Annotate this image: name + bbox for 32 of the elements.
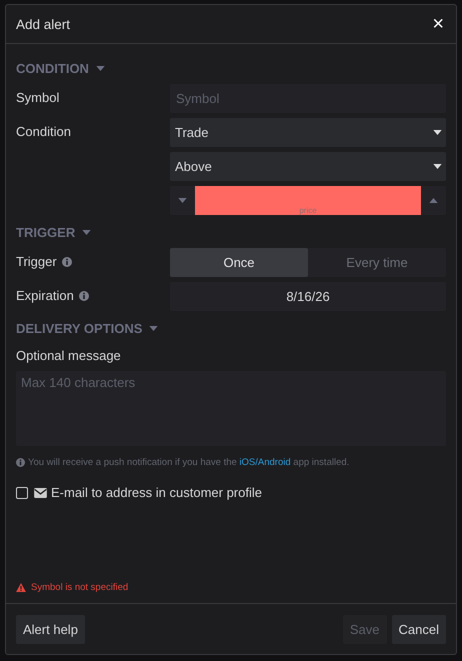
ios-android-link[interactable]: iOS/Android: [239, 457, 291, 468]
caret-icon: [82, 230, 92, 234]
info-icon: [78, 290, 89, 300]
warning-icon: [16, 583, 26, 592]
push-notification-note: You will receive a push notification if you have the iOS/Android app installed.: [28, 457, 350, 468]
caret-icon: [149, 326, 158, 330]
symbol-field[interactable]: Symbol: [170, 84, 446, 113]
dialog-title: Add alert: [16, 16, 72, 32]
caret-icon: [433, 130, 442, 135]
trigger-option[interactable]: Once: [170, 248, 308, 277]
increment-icon[interactable]: [429, 198, 438, 203]
caret-icon: [96, 66, 105, 70]
caret-icon: [433, 164, 442, 169]
info-icon: [62, 256, 72, 266]
field-label: Condition: [16, 123, 72, 139]
envelope-icon: [34, 488, 47, 498]
field-label: Expiration: [16, 288, 74, 303]
cancel-button[interactable]: Cancel: [392, 614, 446, 644]
close-button[interactable]: ×: [430, 14, 446, 34]
decrement-icon[interactable]: [178, 198, 187, 203]
info-icon: [16, 458, 25, 467]
email-label: E-mail to address in customer profile: [51, 485, 262, 500]
field-label: Symbol: [16, 89, 60, 105]
alert-help-button[interactable]: Alert help: [16, 614, 85, 644]
message-field[interactable]: Max 140 characters: [16, 371, 446, 446]
field-label: Optional message: [16, 348, 122, 363]
error-message: Symbol is not specified: [31, 582, 128, 593]
field-label: Trigger: [16, 254, 57, 269]
expiration-field[interactable]: 8/16/26: [170, 282, 446, 311]
email-checkbox[interactable]: [16, 486, 28, 498]
condition-dropdown[interactable]: Trade: [170, 118, 446, 147]
direction-dropdown[interactable]: Above: [170, 152, 446, 181]
